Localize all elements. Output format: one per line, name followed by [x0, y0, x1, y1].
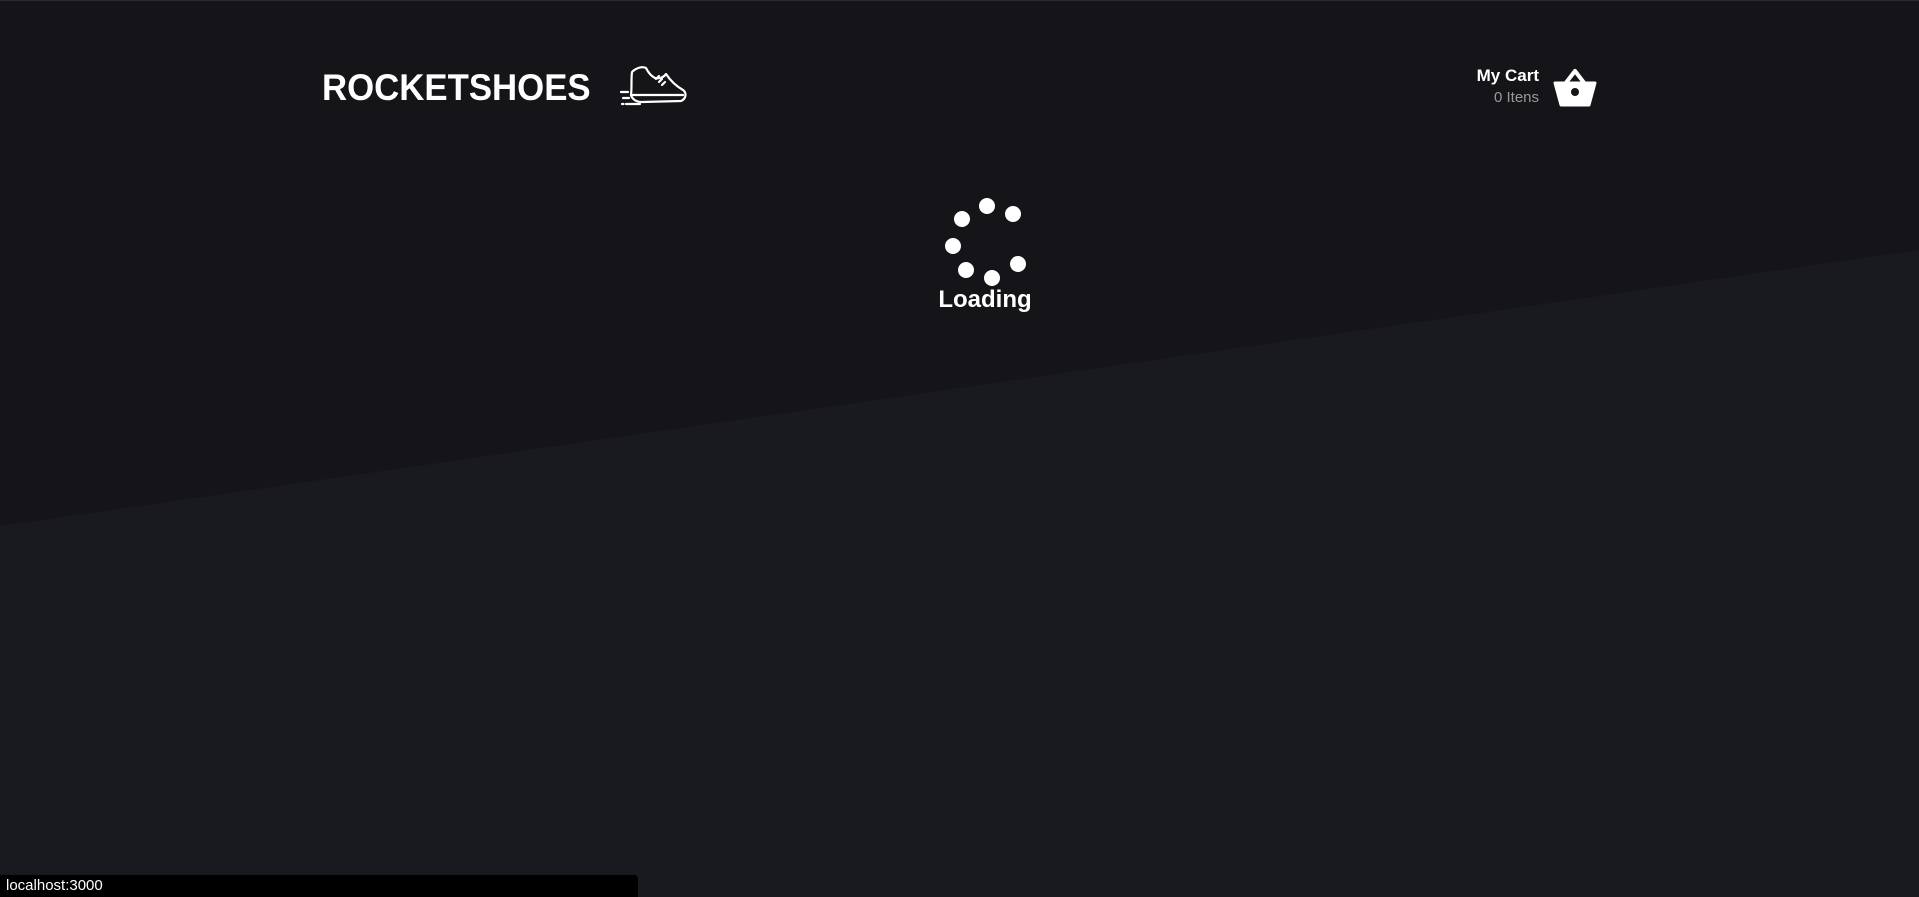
loading-text: Loading [938, 286, 1032, 313]
logo-text: ROCKETSHOES [322, 66, 591, 108]
loading-spinner [945, 198, 1026, 290]
status-url: localhost:3000 [6, 877, 103, 894]
background-diagonal-band [0, 0, 1919, 526]
logo-home-link[interactable]: ROCKETSHOES [322, 62, 688, 112]
spinner-dot [1010, 256, 1026, 272]
window-top-edge [0, 0, 1919, 1]
running-shoe-icon [619, 66, 687, 106]
spinner-dot [945, 238, 961, 254]
spinner-dot [984, 270, 1000, 286]
spinner-dot [979, 198, 995, 214]
browser-status-bar: localhost:3000 [0, 875, 638, 897]
spinner-dot [1005, 206, 1021, 222]
cart-link[interactable]: My Cart 0 Itens [1477, 66, 1597, 108]
cart-item-count: 0 Itens [1493, 89, 1539, 106]
basket-icon [1553, 69, 1597, 107]
cart-title: My Cart [1476, 66, 1539, 85]
spinner-dot [958, 262, 974, 278]
page: ROCKETSHOES My Cart 0 Itens Loading loca… [0, 0, 1919, 897]
loading-indicator: Loading [937, 198, 1033, 314]
app-header: ROCKETSHOES My Cart 0 Itens [322, 62, 1597, 122]
cart-text: My Cart 0 Itens [1477, 66, 1539, 108]
spinner-dot [954, 211, 970, 227]
